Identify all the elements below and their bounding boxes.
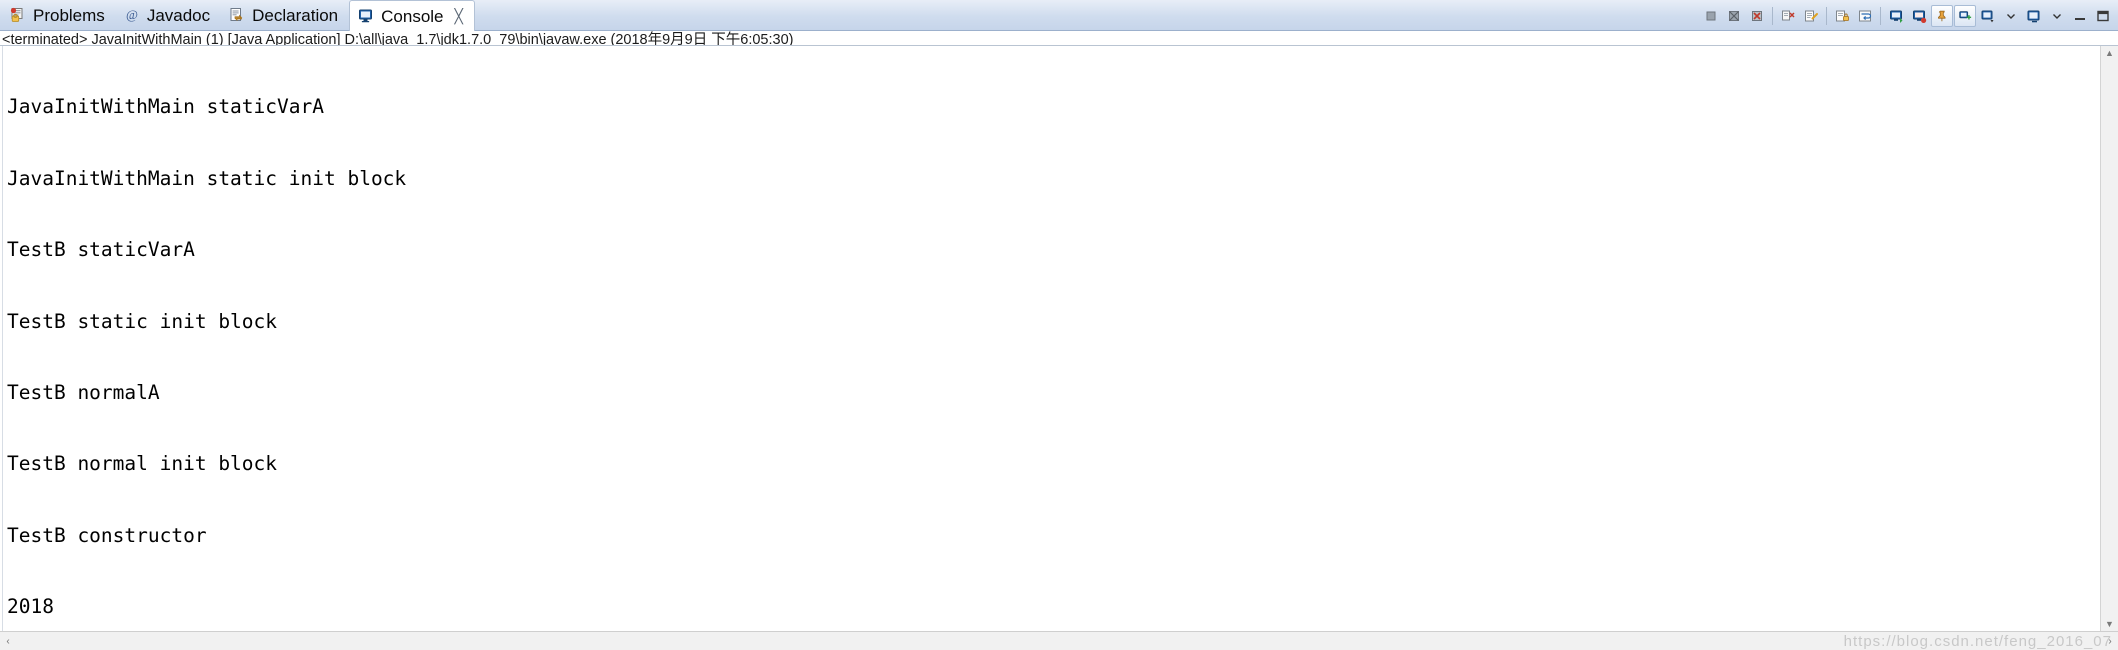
clear-console-icon[interactable] [1800,5,1822,27]
console-toolbar [1700,3,2114,29]
launch-status-line: <terminated> JavaInitWithMain (1) [Java … [0,31,2118,46]
console-line: JavaInitWithMain staticVarA [7,95,324,119]
show-console-on-output-icon[interactable] [1885,5,1907,27]
javadoc-icon: @ [123,6,141,24]
word-wrap-icon[interactable] [1854,5,1876,27]
tab-label: Javadoc [146,5,211,25]
toolbar-separator [1826,7,1827,25]
vertical-scrollbar[interactable]: ▲ ▼ [2100,45,2118,631]
remove-launch-icon[interactable] [1746,5,1768,27]
scroll-lock-icon[interactable] [1831,5,1853,27]
console-line: TestB static init block [7,309,278,333]
remove-all-terminated-icon[interactable] [1777,5,1799,27]
show-console-on-error-icon[interactable] [1908,5,1930,27]
console-line: TestB staticVarA [7,238,195,262]
close-icon[interactable]: ╳ [455,9,463,23]
declaration-icon [228,6,246,24]
open-console-icon[interactable] [2023,5,2045,27]
tab-javadoc[interactable]: @ Javadoc [116,0,221,30]
minimize-icon[interactable] [2069,5,2091,27]
new-console-view-icon[interactable] [1954,5,1976,27]
view-tab-bar: Problems @ Javadoc Declaration Console ╳ [0,0,2118,31]
scroll-left-icon[interactable]: ‹ [0,633,16,649]
horizontal-scroll-track[interactable] [16,633,2102,649]
horizontal-scrollbar[interactable]: ‹ › https://blog.csdn.net/feng_2016_07 [0,631,2118,650]
console-body: JavaInitWithMain staticVarA JavaInitWith… [0,45,2118,631]
problems-icon [9,6,27,24]
tab-problems[interactable]: Problems [2,0,116,30]
tab-label: Declaration [252,5,339,25]
maximize-icon[interactable] [2092,5,2114,27]
tab-declaration[interactable]: Declaration [221,0,349,30]
console-line: TestB constructor [7,523,207,547]
console-view: Problems @ Javadoc Declaration Console ╳… [0,0,2118,650]
console-line: 2018 [7,595,54,619]
watermark-text: https://blog.csdn.net/feng_2016_07 [1843,633,2112,650]
view-menu-icon[interactable] [2046,5,2068,27]
toolbar-separator [1880,7,1881,25]
chevron-down-icon[interactable] [2000,5,2022,27]
console-icon [357,7,375,25]
console-output[interactable]: JavaInitWithMain staticVarA JavaInitWith… [3,46,2100,631]
console-line: TestB normal init block [7,452,278,476]
tab-console[interactable]: Console ╳ [349,0,475,31]
terminate-all-icon[interactable] [1723,5,1745,27]
pin-console-icon[interactable] [1931,5,1953,27]
toolbar-separator [1772,7,1773,25]
tab-label: Console [381,6,444,26]
console-line: TestB normalA [7,380,160,404]
console-line: JavaInitWithMain static init block [7,166,407,190]
display-selected-console-icon[interactable] [1977,5,1999,27]
terminate-icon[interactable] [1700,5,1722,27]
tab-label: Problems [33,5,105,25]
svg-text:@: @ [126,7,138,22]
scroll-down-icon[interactable]: ▼ [2102,616,2117,631]
scroll-up-icon[interactable]: ▲ [2102,46,2117,61]
